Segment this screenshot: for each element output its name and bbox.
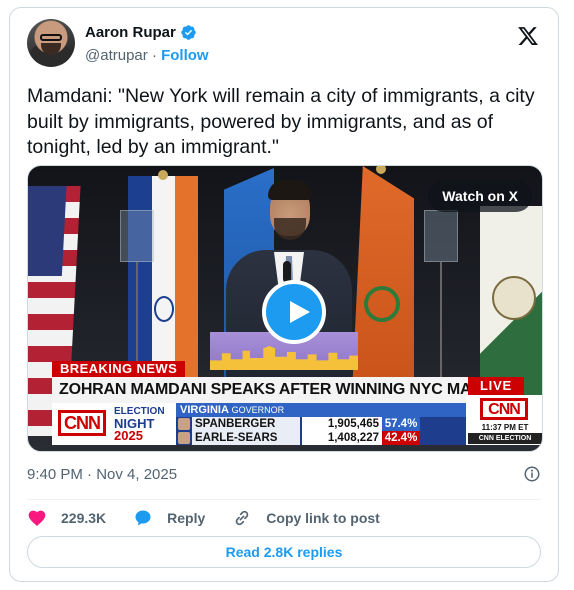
cnn-election-block: CNN ELECTION NIGHT 2025 bbox=[52, 403, 176, 445]
copy-link-button[interactable]: Copy link to post bbox=[232, 508, 380, 528]
info-icon[interactable] bbox=[523, 465, 541, 483]
candidate-row: SPANBERGER 1,905,465 57.4% bbox=[176, 417, 466, 431]
copy-link-label: Copy link to post bbox=[266, 510, 380, 526]
network-tag: CNN ELECTION bbox=[468, 433, 542, 444]
reply-button[interactable]: Reply bbox=[133, 508, 205, 528]
teleprompter-right bbox=[424, 210, 458, 262]
avatar[interactable] bbox=[27, 19, 75, 67]
cnn-side-block: CNN 11:37 PM ET CNN ELECTION bbox=[466, 395, 542, 445]
author-name-row: Aaron Rupar bbox=[85, 24, 197, 41]
author-handle[interactable]: @atrupar bbox=[85, 47, 148, 64]
separator-dot: · bbox=[151, 47, 157, 64]
broadcast-time: 11:37 PM ET bbox=[481, 423, 529, 432]
avatar-beard bbox=[41, 43, 61, 55]
speaker-beard bbox=[274, 218, 306, 240]
race-title: VIRGINIA GOVERNOR bbox=[176, 403, 466, 417]
like-count: 229.3K bbox=[61, 510, 107, 526]
race-results: VIRGINIA GOVERNOR SPANBERGER 1,905,465 5… bbox=[176, 403, 466, 445]
candidate-photo bbox=[178, 432, 190, 444]
teleprompter-stand bbox=[440, 262, 442, 382]
verified-badge-icon bbox=[181, 25, 196, 40]
post-timestamp[interactable]: 9:40 PM · Nov 4, 2025 bbox=[27, 466, 177, 483]
pole-tip bbox=[158, 170, 168, 180]
like-button[interactable]: 229.3K bbox=[27, 508, 106, 528]
reply-label: Reply bbox=[167, 510, 206, 526]
pole-tip bbox=[376, 166, 386, 174]
tweet-card: Aaron Rupar @atrupar · Follow Mamdani: "… bbox=[9, 7, 559, 582]
divider bbox=[27, 499, 541, 500]
cnn-logo: CNN bbox=[58, 410, 106, 436]
handle-row: @atrupar · Follow bbox=[85, 47, 209, 64]
follow-button[interactable]: Follow bbox=[161, 47, 209, 64]
news-headline: ZOHRAN MAMDANI SPEAKS AFTER WINNING NYC … bbox=[52, 377, 498, 403]
candidate-photo bbox=[178, 418, 190, 430]
candidate-row: EARLE-SEARS 1,408,227 42.4% bbox=[176, 431, 466, 445]
cnn-logo: CNN bbox=[480, 398, 528, 420]
heart-icon bbox=[28, 510, 46, 526]
tweet-text: Mamdani: "New York will remain a city of… bbox=[27, 85, 541, 158]
reply-bubble-icon bbox=[135, 510, 151, 526]
author-name[interactable]: Aaron Rupar bbox=[85, 24, 176, 41]
link-icon bbox=[236, 510, 249, 526]
action-bar: 229.3K Reply Copy link to post bbox=[27, 506, 407, 530]
live-badge: LIVE bbox=[468, 377, 524, 395]
election-night-label: ELECTION NIGHT 2025 bbox=[114, 406, 165, 443]
read-replies-button[interactable]: Read 2.8K replies bbox=[27, 536, 541, 568]
speaker-hair bbox=[268, 180, 312, 200]
teleprompter-left bbox=[120, 210, 154, 262]
play-button[interactable] bbox=[262, 280, 326, 344]
breaking-news-banner: BREAKING NEWS bbox=[52, 361, 186, 377]
avatar-glasses bbox=[40, 34, 62, 41]
video-player[interactable]: BREAKING NEWS ZOHRAN MAMDANI SPEAKS AFTE… bbox=[27, 165, 543, 452]
watch-on-x-button[interactable]: Watch on X bbox=[428, 180, 532, 212]
x-logo-icon[interactable] bbox=[517, 25, 539, 47]
